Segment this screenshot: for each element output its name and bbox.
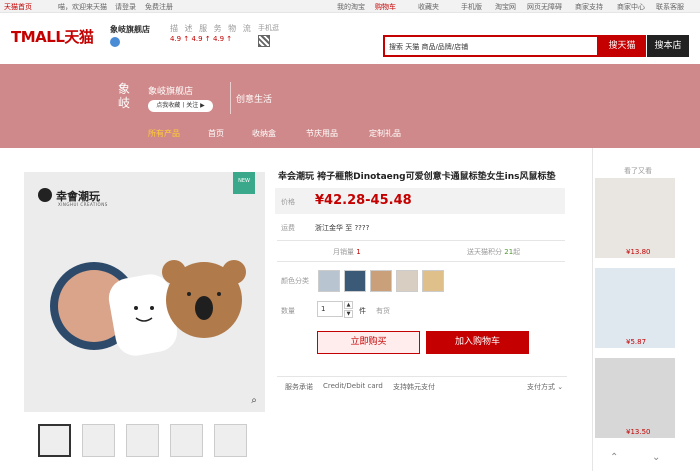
sidebar-down-arrow-icon[interactable]: ⌄	[652, 452, 660, 463]
promise-pay[interactable]: 支持韩元支付	[393, 382, 435, 392]
nav-item-home[interactable]: 首页	[208, 128, 224, 139]
taobao-link[interactable]: 淘宝网	[495, 2, 516, 12]
header: TMALL天猫 象岐旗舰店 描 述 服 务 物 流 4.9 ↑ 4.9 ↑ 4.…	[0, 13, 700, 60]
nav-item-custom-gifts[interactable]: 定制礼品	[369, 128, 401, 139]
color-swatch-1[interactable]	[318, 270, 340, 292]
points-info: 送天猫积分 21起	[467, 247, 520, 257]
shop-nav: 所有产品 首页 收纳盒 节庆用品 定制礼品	[0, 124, 700, 142]
thumbnail-2[interactable]	[82, 424, 115, 457]
color-swatch-5[interactable]	[422, 270, 444, 292]
mobile-link[interactable]: 手机版	[461, 2, 482, 12]
qr-code-icon[interactable]	[258, 35, 270, 47]
shop-name[interactable]: 象岐旗舰店	[110, 24, 150, 35]
nav-item-storage[interactable]: 收纳盒	[252, 128, 276, 139]
tmall-logo[interactable]: TMALL天猫	[11, 26, 94, 47]
banner-shop-name: 象岐旗舰店	[148, 87, 194, 97]
price-label: 价格	[281, 198, 295, 206]
accessibility-link[interactable]: 网页无障碍	[527, 2, 562, 12]
shop-logo[interactable]: 象岐	[118, 82, 134, 110]
zoom-icon[interactable]: ⌕	[247, 394, 261, 408]
search-tmall-button[interactable]: 搜天猫	[598, 35, 646, 57]
rating-values: 4.9 ↑ 4.9 ↑ 4.9 ↑	[170, 35, 232, 43]
rating-description: 4.9 ↑	[170, 35, 190, 43]
quantity-increase-button[interactable]: ▲	[344, 301, 353, 309]
phone-label: 手机逛	[258, 24, 279, 32]
monthly-sales-value: 1	[356, 248, 361, 256]
rating-labels: 描 述 服 务 物 流	[170, 24, 253, 33]
points-label: 送天猫积分	[467, 248, 502, 256]
thumbnail-3[interactable]	[126, 424, 159, 457]
search-shop-button[interactable]: 搜本店	[647, 35, 689, 57]
search-input[interactable]: 搜索 天猫 商品/品牌/店铺	[383, 35, 599, 57]
buy-now-button[interactable]: 立即购买	[317, 331, 420, 354]
stock-status: 有货	[376, 307, 390, 315]
product-illustration	[50, 260, 246, 356]
quantity-decrease-button[interactable]: ▼	[344, 310, 353, 318]
product-main-image[interactable]: 幸會潮玩 XINGHUI CREATIONS NEW ⌕	[24, 172, 265, 412]
service-promise: 服务承诺 Credit/Debit card 支持韩元支付 支付方式 ⌄	[277, 376, 567, 396]
recommend-price-3: ¥13.50	[626, 428, 651, 436]
points-suffix: 起	[513, 248, 521, 256]
recommend-item-3[interactable]	[595, 358, 675, 438]
thumbnail-4[interactable]	[170, 424, 203, 457]
stats-bar: 月销量 1 送天猫积分 21起	[277, 240, 565, 262]
shipping-label: 运费	[281, 224, 295, 232]
thumbnail-strip	[38, 424, 258, 460]
quantity-label: 数量	[281, 307, 295, 315]
merchant-support-link[interactable]: 商家支持	[575, 2, 603, 12]
monthly-sales: 月销量 1	[333, 247, 361, 257]
payment-methods-dropdown[interactable]: 支付方式 ⌄	[527, 382, 563, 392]
color-swatch-3[interactable]	[370, 270, 392, 292]
favorite-shop-button[interactable]: 点我收藏丨关注 ▶	[148, 100, 213, 112]
recommend-item-2[interactable]	[595, 268, 675, 348]
my-taobao-link[interactable]: 我的淘宝	[337, 2, 365, 12]
color-swatch-2[interactable]	[344, 270, 366, 292]
promise-card[interactable]: Credit/Debit card	[323, 382, 383, 390]
top-bar: 天猫首页 喵，欢迎来天猫 请登录 免费注册 我的淘宝 购物车 收藏夹 手机版 淘…	[0, 0, 700, 13]
favorites-link[interactable]: 收藏夹	[418, 2, 439, 12]
tmall-home-link[interactable]: 天猫首页	[4, 2, 32, 12]
price-box: 价格 ¥42.28-45.48	[275, 188, 565, 214]
quantity-input[interactable]: 1	[317, 301, 343, 317]
promise-label: 服务承诺	[285, 383, 313, 391]
sidebar-up-arrow-icon[interactable]: ⌃	[610, 452, 618, 463]
recommend-price-1: ¥13.80	[626, 248, 651, 256]
contact-link[interactable]: 联系客服	[656, 2, 684, 12]
points-value: 21	[504, 248, 514, 256]
rating-service: 4.9 ↑	[191, 35, 211, 43]
shop-badge-icon	[110, 37, 120, 47]
quantity-unit: 件	[359, 307, 366, 315]
product-title: 幸会潮玩 袴子榧熊Dinotaeng可爱创意卡通鼠标垫女生ins风鼠标垫	[278, 172, 556, 182]
color-swatch-4[interactable]	[396, 270, 418, 292]
nav-item-all-products[interactable]: 所有产品	[148, 128, 180, 139]
price-value: ¥42.28-45.48	[315, 193, 412, 208]
greeting-text: 喵，欢迎来天猫	[58, 3, 107, 11]
recommend-item-1[interactable]	[595, 178, 675, 258]
shipping-destination[interactable]: 浙江金华 至 ????	[315, 223, 369, 233]
banner-slogan: 创意生活	[236, 95, 273, 105]
nav-item-festival[interactable]: 节庆用品	[306, 128, 338, 139]
thumbnail-1[interactable]	[38, 424, 71, 457]
cart-link[interactable]: 购物车	[375, 2, 396, 12]
register-link[interactable]: 免费注册	[145, 2, 173, 12]
login-link[interactable]: 请登录	[115, 2, 136, 12]
color-label: 颜色分类	[281, 277, 309, 285]
sidebar-title: 看了又看	[624, 167, 652, 175]
banner-divider	[230, 82, 231, 114]
add-to-cart-button[interactable]: 加入购物车	[426, 331, 529, 354]
monthly-sales-label: 月销量	[333, 248, 354, 256]
rating-logistics: 4.9 ↑	[212, 35, 233, 43]
thumbnail-5[interactable]	[214, 424, 247, 457]
recommend-price-2: ¥5.87	[626, 338, 647, 346]
merchant-center-link[interactable]: 商家中心	[617, 2, 645, 12]
